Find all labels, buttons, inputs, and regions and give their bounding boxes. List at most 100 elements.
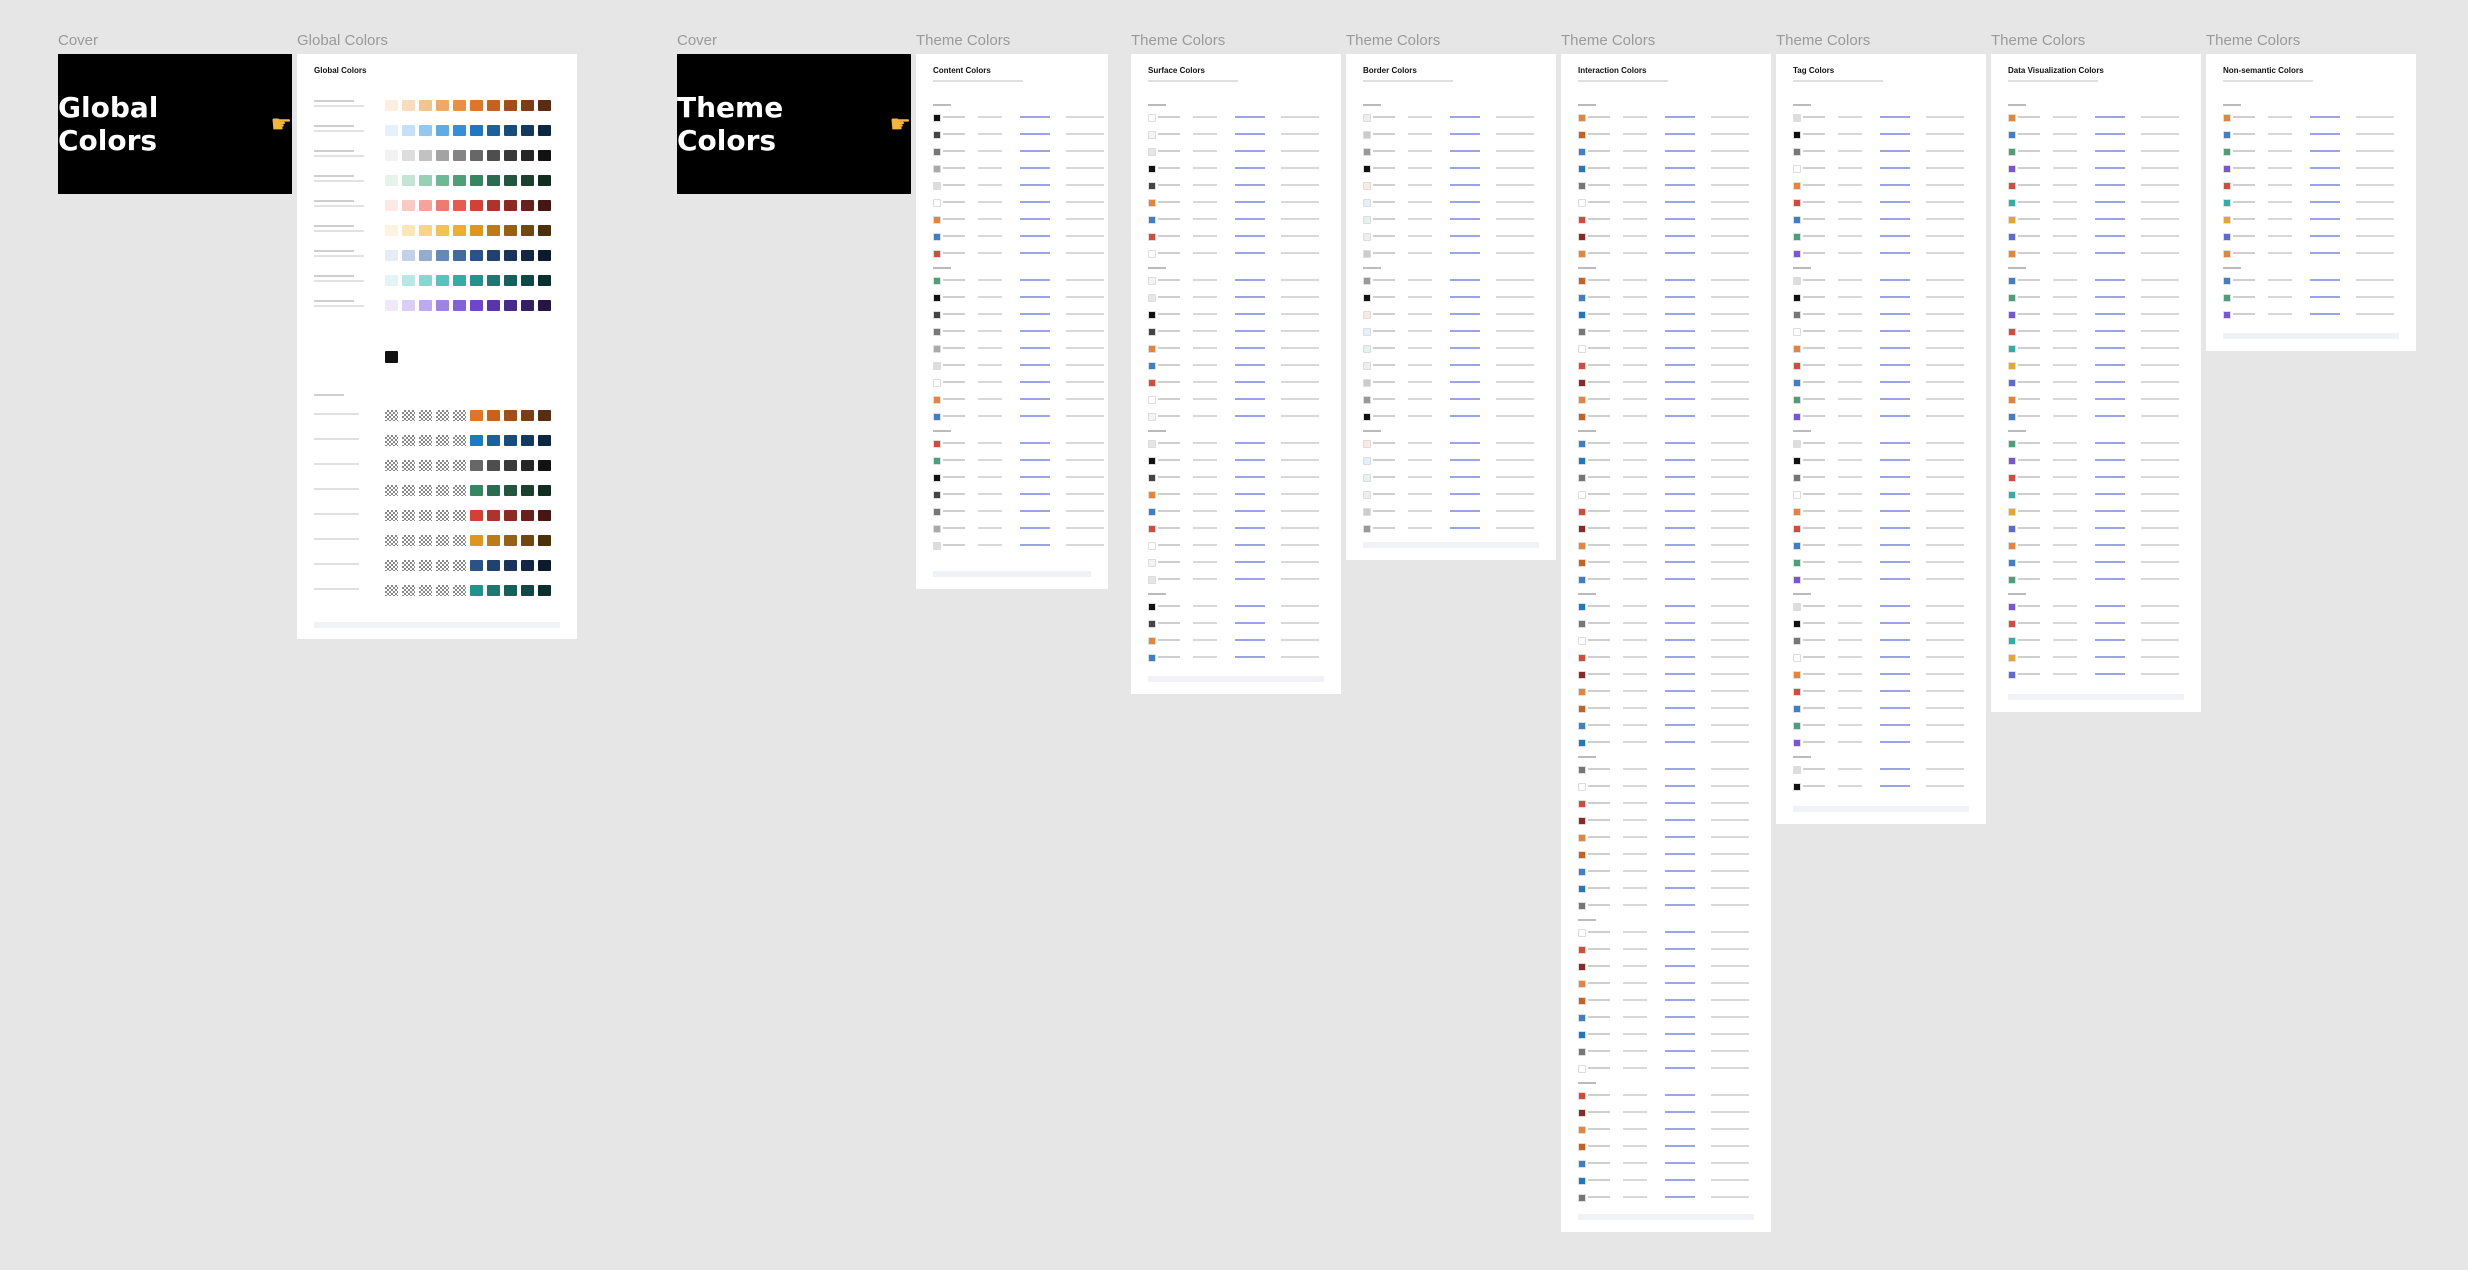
color-swatch — [504, 485, 517, 496]
frame-label-theme-colors[interactable]: Theme Colors — [1991, 32, 2085, 49]
frame-label-theme-colors[interactable]: Theme Colors — [2206, 32, 2300, 49]
color-swatch — [470, 250, 483, 261]
ramp-description — [314, 280, 364, 282]
token-usage — [1711, 1162, 1749, 1164]
token-reference — [1665, 296, 1695, 298]
frame-label-theme-colors[interactable]: Theme Colors — [1131, 32, 1225, 49]
color-swatch — [402, 100, 415, 111]
token-value — [1838, 381, 1862, 383]
token-usage — [1066, 116, 1104, 118]
token-usage — [1926, 476, 1964, 478]
page-non-semantic-colors[interactable]: Non-semantic Colors — [2206, 54, 2416, 351]
alpha-swatch — [436, 485, 449, 496]
frame-label-global-colors[interactable]: Global Colors — [297, 32, 388, 49]
token-value — [2268, 201, 2292, 203]
token-swatch — [1578, 1143, 1586, 1151]
frame-label-theme-colors[interactable]: Theme Colors — [1776, 32, 1870, 49]
token-name — [1803, 347, 1825, 349]
token-reference — [1665, 836, 1695, 838]
token-name — [1158, 493, 1180, 495]
page-content-colors[interactable]: Content Colors — [916, 54, 1108, 589]
section-heading — [1793, 756, 1811, 758]
token-usage — [1711, 741, 1749, 743]
section-heading — [2223, 104, 2241, 106]
ramp-label — [314, 225, 354, 227]
page-interaction-colors[interactable]: Interaction Colors — [1561, 54, 1771, 1232]
token-usage — [1926, 724, 1964, 726]
token-value — [2268, 184, 2292, 186]
token-swatch — [1148, 182, 1156, 190]
color-swatch — [487, 100, 500, 111]
page-surface-colors[interactable]: Surface Colors — [1131, 54, 1341, 694]
page-data-visualization-colors[interactable]: Data Visualization Colors — [1991, 54, 2201, 712]
token-swatch — [933, 542, 941, 550]
page-tag-colors[interactable]: Tag Colors — [1776, 54, 1986, 824]
token-swatch — [2008, 250, 2016, 258]
token-swatch — [2008, 508, 2016, 516]
alpha-swatch — [436, 410, 449, 421]
token-swatch — [1363, 114, 1371, 122]
token-swatch — [1793, 379, 1801, 387]
token-name — [2018, 442, 2040, 444]
token-value — [1408, 330, 1432, 332]
token-usage — [1926, 415, 1964, 417]
token-reference — [1020, 493, 1050, 495]
token-name — [1158, 167, 1180, 169]
color-swatch — [419, 275, 432, 286]
frame-label-cover[interactable]: Cover — [677, 32, 717, 49]
token-reference — [1450, 381, 1480, 383]
token-swatch — [2008, 216, 2016, 224]
token-name — [2233, 296, 2255, 298]
token-value — [1838, 201, 1862, 203]
token-usage — [1496, 493, 1534, 495]
token-usage — [1281, 150, 1319, 152]
token-value — [1623, 870, 1647, 872]
token-name — [2018, 150, 2040, 152]
frame-label-theme-colors[interactable]: Theme Colors — [1346, 32, 1440, 49]
token-usage — [2141, 279, 2179, 281]
frame-label-cover[interactable]: Cover — [58, 32, 98, 49]
page-global-colors[interactable]: Global Colors — [297, 54, 577, 639]
section-heading — [2008, 267, 2026, 269]
token-value — [1408, 364, 1432, 366]
token-value — [1193, 313, 1217, 315]
token-usage — [1066, 184, 1104, 186]
token-name — [1588, 1067, 1610, 1069]
token-swatch — [933, 379, 941, 387]
page-border-colors[interactable]: Border Colors — [1346, 54, 1556, 560]
cover-theme-colors[interactable]: Theme Colors ☛ — [677, 54, 911, 194]
token-value — [2053, 252, 2077, 254]
token-swatch — [2008, 440, 2016, 448]
token-value — [1623, 622, 1647, 624]
token-name — [1803, 116, 1825, 118]
token-name — [1803, 330, 1825, 332]
token-value — [1838, 364, 1862, 366]
token-usage — [1926, 330, 1964, 332]
color-swatch — [487, 485, 500, 496]
token-usage — [1066, 218, 1104, 220]
frame-label-theme-colors[interactable]: Theme Colors — [1561, 32, 1655, 49]
ramp-description — [314, 130, 364, 132]
cover-global-colors[interactable]: Global Colors ☛ — [58, 54, 292, 194]
token-swatch — [2223, 233, 2231, 241]
token-reference — [2095, 167, 2125, 169]
token-name — [1588, 201, 1610, 203]
token-usage — [1926, 398, 1964, 400]
token-usage — [1711, 133, 1749, 135]
color-swatch — [419, 125, 432, 136]
token-reference — [1880, 442, 1910, 444]
token-reference — [1020, 544, 1050, 546]
frame-label-theme-colors[interactable]: Theme Colors — [916, 32, 1010, 49]
token-reference — [1450, 150, 1480, 152]
token-name — [1373, 184, 1395, 186]
token-value — [978, 459, 1002, 461]
token-name — [943, 364, 965, 366]
token-reference — [1665, 415, 1695, 417]
token-usage — [1496, 167, 1534, 169]
token-usage — [1496, 279, 1534, 281]
token-reference — [1665, 948, 1695, 950]
token-name — [943, 116, 965, 118]
token-swatch — [1578, 654, 1586, 662]
token-reference — [1665, 853, 1695, 855]
token-swatch — [2008, 654, 2016, 662]
